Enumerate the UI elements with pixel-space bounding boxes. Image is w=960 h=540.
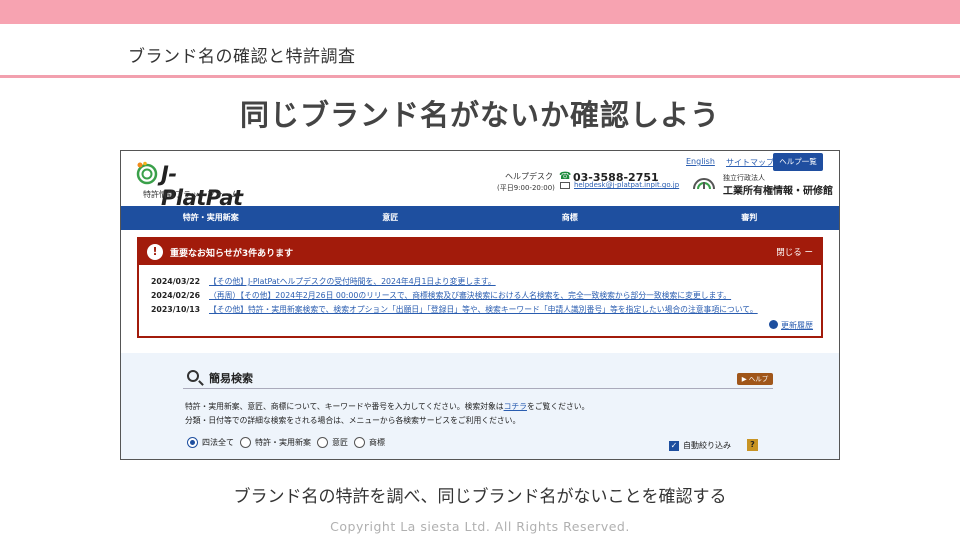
slide-header: ブランド名の確認と特許調査 xyxy=(0,24,960,78)
notice-date: 2024/02/26 xyxy=(151,291,201,300)
update-history-link[interactable]: 更新履歴 xyxy=(769,320,813,331)
radio-patent[interactable]: 特許・実用新案 xyxy=(240,437,311,448)
radio-label: 意匠 xyxy=(332,438,348,447)
helpdesk-label: ヘルプデスク xyxy=(505,172,553,181)
question-help-icon[interactable]: ? xyxy=(747,439,758,451)
slide-title: 同じブランド名がないか確認しよう xyxy=(239,98,720,132)
main-nav: 特許・実用新案 意匠 商標 審判 xyxy=(121,206,839,230)
notice-item: 2024/03/22 【その他】J-PlatPatヘルプデスクの受付時間を、202… xyxy=(151,276,496,287)
search-icon xyxy=(187,370,199,382)
jpp-logo-subtitle: 特許情報プラットフォーム xyxy=(143,190,239,199)
nav-appeal[interactable]: 審判 xyxy=(660,206,840,230)
helpdesk-email-link[interactable]: helpdesk@j-platpat.inpit.go.jp xyxy=(574,181,679,189)
jpp-header: J-PlatPat 特許情報プラットフォーム ヘルプデスク (平日9:00-20… xyxy=(121,151,839,210)
search-description: 特許・実用新案、意匠、商標について、キーワードや番号を入力してください。検索対象… xyxy=(185,401,589,412)
inpit-logo-icon xyxy=(693,178,715,190)
helpdesk-hours: (平日9:00-20:00) xyxy=(497,184,555,192)
radio-button xyxy=(354,437,365,448)
copyright: Copyright La siesta Ltd. All Rights Rese… xyxy=(330,519,630,534)
radio-button-selected xyxy=(187,437,198,448)
radio-design[interactable]: 意匠 xyxy=(317,437,348,448)
notice-link[interactable]: 【その他】J-PlatPatヘルプデスクの受付時間を、2024年4月1日より変更… xyxy=(209,277,496,286)
notice-link[interactable]: 【その他】特許・実用新案検索で、検索オプション「出願日」「登録日」等や、検索キー… xyxy=(209,305,758,314)
sitemap-link[interactable]: サイトマップ xyxy=(726,157,774,168)
play-circle-icon xyxy=(769,320,778,329)
notice-item: 2023/10/13 【その他】特許・実用新案検索で、検索オプション「出願日」「登… xyxy=(151,304,758,315)
top-accent-bar xyxy=(0,0,960,24)
notice-close-button[interactable]: 閉じる ー xyxy=(776,246,813,258)
notice-title: 重要なお知らせが3件あります xyxy=(170,249,294,259)
radio-all[interactable]: 四法全て xyxy=(187,437,234,448)
search-scope-radios: 四法全て 特許・実用新案 意匠 商標 xyxy=(187,437,385,448)
jpp-logo-icon xyxy=(136,161,158,185)
notice-date: 2024/03/22 xyxy=(151,277,201,286)
simple-search-section: 簡易検索 ▶ ヘルプ 特許・実用新案、意匠、商標について、キーワードや番号を入力… xyxy=(121,353,839,459)
search-description-detail: 分類・日付等での詳細な検索をされる場合は、メニューから各検索サービスをご利用くだ… xyxy=(185,416,521,425)
alert-icon: ! xyxy=(147,244,163,260)
help-list-button[interactable]: ヘルプ一覧 xyxy=(773,153,823,171)
jpp-logo[interactable]: J-PlatPat 特許情報プラットフォーム xyxy=(135,159,255,210)
search-target-link[interactable]: コチラ xyxy=(504,402,527,411)
nav-design[interactable]: 意匠 xyxy=(301,206,481,230)
mail-icon xyxy=(560,182,570,189)
radio-label: 四法全て xyxy=(202,438,234,447)
auto-filter-label: 自動絞り込み xyxy=(683,441,731,450)
slide-section-title: ブランド名の確認と特許調査 xyxy=(128,47,356,67)
simple-search-title: 簡易検索 xyxy=(209,372,253,385)
search-help-button[interactable]: ▶ ヘルプ xyxy=(737,373,773,385)
radio-button xyxy=(317,437,328,448)
notice-date: 2023/10/13 xyxy=(151,305,201,314)
radio-label: 特許・実用新案 xyxy=(255,438,311,447)
simple-search-header: 簡易検索 xyxy=(183,367,773,389)
notice-header: ! 重要なお知らせが3件あります 閉じる ー xyxy=(139,239,821,265)
important-notice-panel: ! 重要なお知らせが3件あります 閉じる ー 2024/03/22 【その他】J-… xyxy=(137,237,823,338)
search-desc-prefix: 特許・実用新案、意匠、商標について、キーワードや番号を入力してください。検索対象… xyxy=(185,402,504,411)
phone-icon: ☎ xyxy=(559,171,572,182)
notice-item: 2024/02/26 （再周）【その他】2024年2月26日 00:00のリリース… xyxy=(151,290,731,301)
auto-filter-checkbox[interactable]: ✓ 自動絞り込み xyxy=(669,440,731,451)
nav-trademark[interactable]: 商標 xyxy=(480,206,660,230)
english-link[interactable]: English xyxy=(686,157,715,166)
update-history-label: 更新履歴 xyxy=(781,321,813,330)
radio-label: 商標 xyxy=(369,438,385,447)
jpp-logo-text: J-PlatPat xyxy=(161,162,243,210)
search-desc-suffix: をご覧ください。 xyxy=(526,402,590,411)
org-name: 工業所有権情報・研修館 xyxy=(723,186,833,197)
nav-patent[interactable]: 特許・実用新案 xyxy=(121,206,301,230)
radio-trademark[interactable]: 商標 xyxy=(354,437,385,448)
slide-caption: ブランド名の特許を調べ、同じブランド名がないことを確認する xyxy=(233,487,727,507)
radio-button xyxy=(240,437,251,448)
jplatpat-screenshot: J-PlatPat 特許情報プラットフォーム ヘルプデスク (平日9:00-20… xyxy=(120,150,840,460)
checkmark-icon: ✓ xyxy=(669,440,679,451)
notice-link[interactable]: （再周）【その他】2024年2月26日 00:00のリリースで、商標検索及び審決… xyxy=(209,291,731,300)
